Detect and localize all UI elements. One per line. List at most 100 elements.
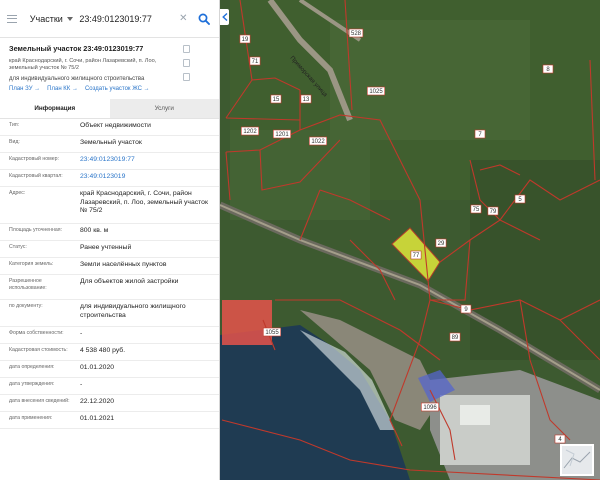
plot-number-label[interactable]: 9 (460, 304, 472, 314)
plot-number-label[interactable]: 4 (554, 434, 566, 444)
info-label: Разрешенное использование: (9, 278, 47, 291)
info-label: дата применения: (9, 415, 53, 421)
info-label: дата определения: (9, 364, 55, 370)
info-value: 01.01.2021 (80, 415, 115, 422)
tab-information[interactable]: Информация (0, 99, 110, 118)
menu-button[interactable] (0, 0, 24, 38)
plot-number-label[interactable]: 7 (474, 129, 486, 139)
svg-text:79: 79 (490, 209, 497, 215)
info-label: Категория земель: (9, 261, 54, 267)
search-button[interactable] (189, 0, 219, 38)
info-value: 22.12.2020 (80, 398, 115, 405)
svg-text:1022: 1022 (311, 139, 325, 145)
map-layers-icon (562, 446, 592, 474)
plot-title: Земельный участок 23:49:0123019:77 (9, 44, 144, 53)
plot-number-label[interactable]: 1022 (308, 136, 327, 146)
plot-number-label[interactable]: 13 (300, 94, 312, 104)
svg-text:1025: 1025 (369, 89, 383, 95)
svg-text:528: 528 (351, 31, 362, 37)
chevron-left-icon (221, 13, 227, 21)
info-row: Вид: Земельный участок (0, 136, 219, 153)
plot-purpose: для индивидуального жилищного строительс… (9, 76, 145, 82)
svg-text:29: 29 (438, 241, 445, 247)
plan-links: План ЗУ → План КК → Создать участок ЖС → (9, 86, 210, 92)
info-value: - (80, 330, 83, 337)
plot-number-label[interactable]: 29 (435, 238, 447, 248)
plot-number-label[interactable]: 89 (449, 332, 461, 342)
layer-switcher-thumbnail[interactable] (560, 444, 594, 476)
info-row: Площадь уточненная: 800 кв. м (0, 224, 219, 241)
plot-number-label[interactable]: 77 (410, 250, 422, 260)
plot-number-label[interactable]: 71 (249, 56, 261, 66)
info-value: - (80, 381, 83, 388)
info-label: по документу: (9, 303, 43, 309)
plot-number-label[interactable]: 15 (270, 94, 282, 104)
plot-number-label[interactable]: 19 (239, 34, 251, 44)
search-bar: Участки ✕ (0, 0, 219, 38)
hamburger-icon (6, 14, 17, 23)
info-table: Тип: Объект недвижимости Вид: Земельный уча… (0, 119, 219, 429)
print-icon[interactable] (183, 73, 190, 81)
info-row: Кадастровая стоимость: 4 538 480 руб. (0, 344, 219, 361)
plot-number-label[interactable]: 1025 (366, 86, 385, 96)
info-row: Адрес: край Краснодарский, г. Сочи, район… (0, 187, 219, 224)
close-icon: ✕ (179, 13, 188, 24)
chevron-down-icon (66, 16, 73, 21)
plot-number-label[interactable]: 8 (542, 64, 554, 74)
plot-number-label[interactable]: 1201 (272, 129, 291, 139)
info-label: Кадастровый номер: (9, 156, 59, 162)
search-input[interactable] (79, 13, 178, 24)
document-icon[interactable] (183, 59, 190, 67)
info-row: Форма собственности: - (0, 327, 219, 344)
create-plot-link[interactable]: Создать участок ЖС → (85, 86, 150, 92)
plot-number-label[interactable]: 1096 (420, 402, 439, 412)
quarter-plan-link[interactable]: План КК → (47, 86, 78, 92)
info-label: Кадастровый квартал: (9, 173, 63, 179)
clear-search-button[interactable]: ✕ (177, 13, 189, 24)
plot-number-label[interactable]: 1202 (241, 126, 260, 136)
info-label: дата внесения сведений: (9, 398, 70, 404)
info-value: Земельный участок (80, 139, 142, 146)
svg-text:77: 77 (413, 253, 420, 259)
svg-text:19: 19 (242, 37, 249, 43)
plot-plan-link[interactable]: План ЗУ → (9, 86, 40, 92)
object-type-value: Участки (29, 13, 63, 24)
info-label: Тип: (9, 122, 20, 128)
svg-text:1055: 1055 (265, 330, 279, 336)
plot-number-label[interactable]: 528 (348, 28, 364, 38)
svg-text:89: 89 (452, 335, 459, 341)
info-row: Тип: Объект недвижимости (0, 119, 219, 136)
info-label: Форма собственности: (9, 330, 64, 336)
svg-text:13: 13 (303, 97, 310, 103)
info-row: Разрешенное использование: Для объектов ж… (0, 275, 219, 300)
search-icon (198, 13, 211, 25)
summary-actions (183, 45, 190, 81)
info-label: Статус: (9, 244, 27, 250)
info-row: дата утверждения: - (0, 378, 219, 395)
info-value: Земли населённых пунктов (80, 261, 167, 268)
info-row: дата определения: 01.01.2020 (0, 361, 219, 378)
plot-number-label[interactable]: 5 (514, 194, 526, 204)
tab-services[interactable]: Услуги (109, 99, 219, 118)
info-value-link[interactable]: 23:49:0123019 (72, 170, 219, 186)
plot-number-label[interactable]: 1055 (262, 327, 281, 337)
object-type-select[interactable]: Участки (24, 14, 80, 24)
info-row: дата внесения сведений: 22.12.2020 (0, 395, 219, 412)
svg-text:71: 71 (252, 59, 259, 65)
info-value-link[interactable]: 23:49:0123019:77 (72, 153, 219, 169)
info-value: 800 кв. м (80, 227, 109, 234)
info-row: Кадастровый квартал: 23:49:0123019 (0, 170, 219, 187)
info-value: край Краснодарский, г. Сочи, район Лазар… (80, 190, 208, 214)
plot-number-label[interactable]: 79 (487, 206, 499, 216)
info-value: Ранее учтенный (80, 244, 132, 251)
collapse-panel-button[interactable] (220, 9, 229, 25)
copy-icon[interactable] (183, 45, 190, 53)
plot-number-label[interactable]: 75 (470, 204, 482, 214)
svg-text:1201: 1201 (275, 132, 289, 138)
info-row: Категория земель: Земли населённых пункто… (0, 258, 219, 275)
svg-text:1202: 1202 (243, 129, 257, 135)
info-label: Вид: (9, 139, 20, 145)
plot-address: край Краснодарский, г. Сочи, район Лазар… (9, 58, 157, 71)
svg-text:75: 75 (473, 207, 480, 213)
info-row: Статус: Ранее учтенный (0, 241, 219, 258)
